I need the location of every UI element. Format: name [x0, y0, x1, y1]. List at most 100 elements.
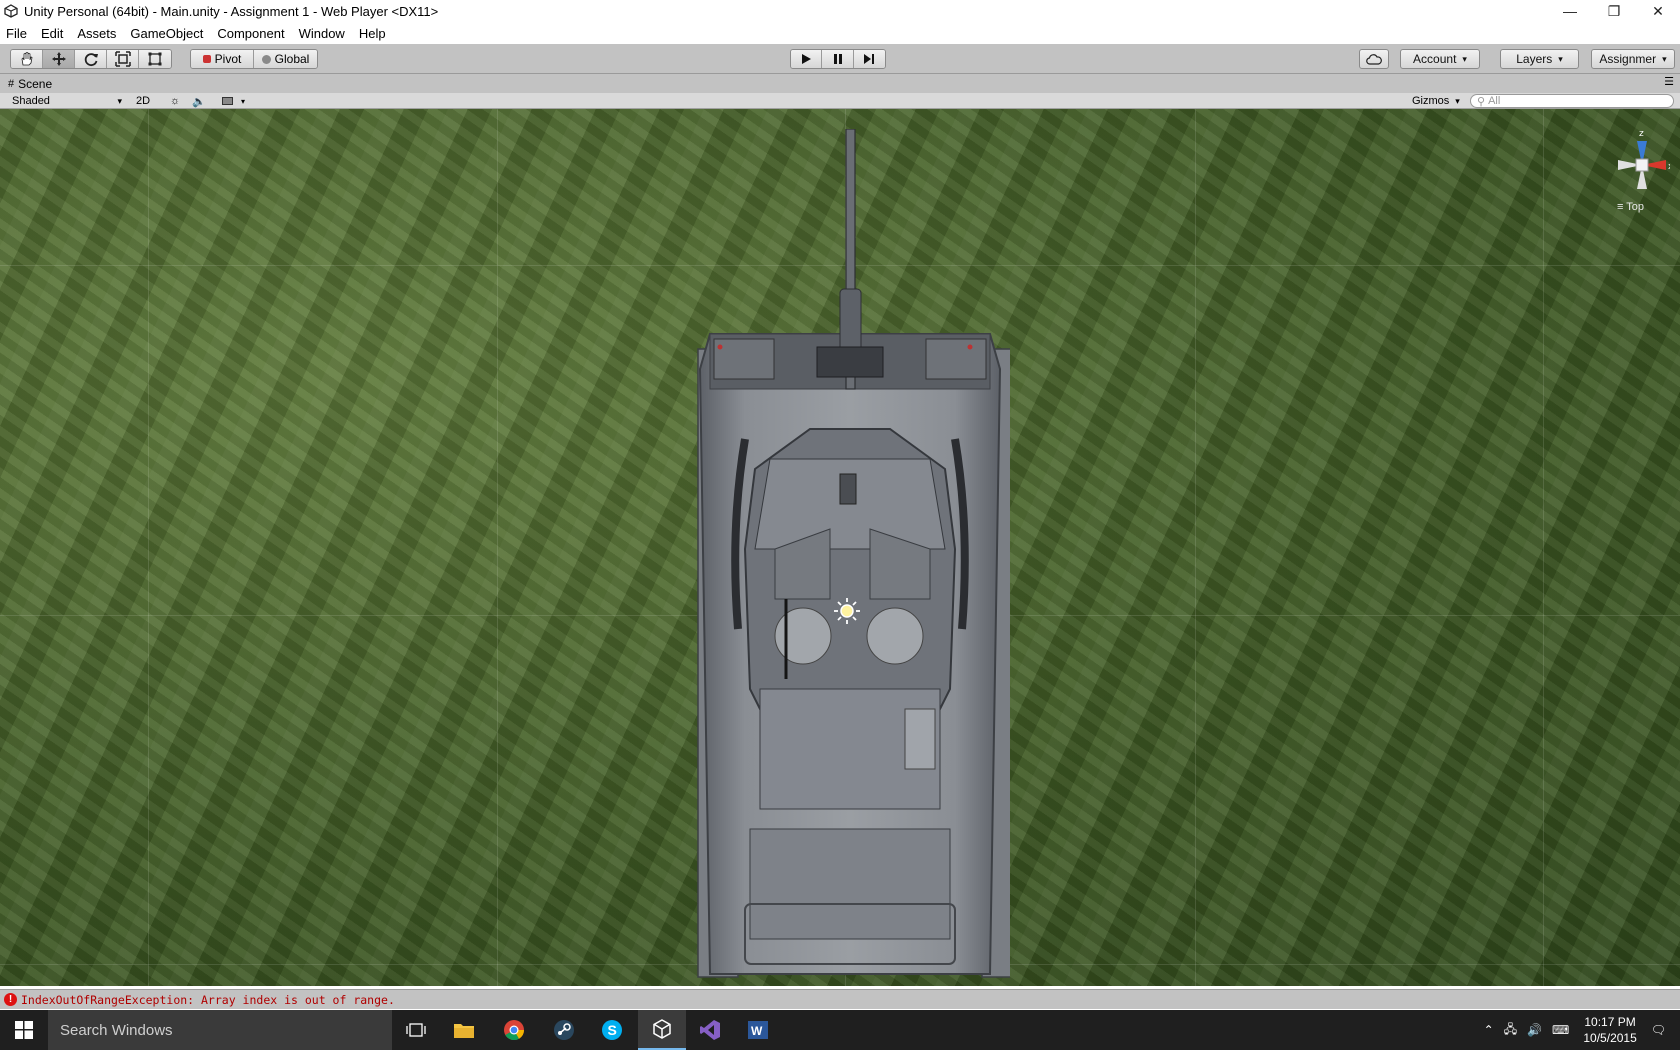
- panel-menu-icon[interactable]: ☰: [1664, 75, 1674, 88]
- task-view-icon: [406, 1023, 426, 1037]
- tank-model[interactable]: [690, 129, 1010, 986]
- pause-button[interactable]: [822, 50, 854, 68]
- network-icon[interactable]: 🖧: [1504, 1020, 1517, 1041]
- rect-transform-icon: [148, 52, 162, 66]
- skype-button[interactable]: S: [588, 1010, 636, 1050]
- menu-gameobject[interactable]: GameObject: [130, 26, 203, 41]
- rotate-icon: [84, 53, 98, 67]
- taskbar-search-placeholder: Search Windows: [60, 1021, 173, 1039]
- audio-toggle[interactable]: 🔈: [192, 94, 206, 108]
- task-view-button[interactable]: [392, 1010, 440, 1050]
- pivot-icon: [202, 55, 211, 63]
- system-tray: ⌃ 🖧 🔊 ⌨ 10:17 PM 10/5/2015 🗨: [1484, 1010, 1680, 1050]
- restore-icon[interactable]: ❐: [1592, 0, 1636, 22]
- view-orientation-label[interactable]: ≡ Top: [1617, 201, 1644, 213]
- file-explorer-button[interactable]: [440, 1010, 488, 1050]
- steam-icon: [554, 1020, 574, 1040]
- orientation-gizmo-icon[interactable]: z x: [1590, 115, 1670, 215]
- scene-viewport[interactable]: z x ≡ Top: [0, 109, 1680, 986]
- visual-studio-button[interactable]: [686, 1010, 734, 1050]
- gizmo-axis-x: x: [1668, 162, 1670, 172]
- grid-line: [148, 109, 149, 986]
- main-toolbar: Pivot Global Account Layers Assignmer: [0, 44, 1680, 74]
- cloud-button[interactable]: [1359, 49, 1389, 69]
- effects-chevron-icon: ▾: [241, 96, 246, 106]
- account-dropdown[interactable]: Account: [1400, 49, 1480, 69]
- visual-studio-icon: [700, 1020, 720, 1040]
- lighting-toggle[interactable]: ☼: [170, 94, 180, 108]
- console-status-bar[interactable]: ! IndexOutOfRangeException: Array index …: [0, 989, 1680, 1009]
- view-label: Top: [1626, 201, 1644, 213]
- shading-mode-label: Shaded: [12, 95, 50, 107]
- start-button[interactable]: [0, 1010, 48, 1050]
- close-icon[interactable]: ✕: [1636, 0, 1680, 22]
- pivot-global-group: Pivot Global: [190, 49, 318, 69]
- taskbar-search-input[interactable]: Search Windows: [48, 1010, 392, 1050]
- hand-icon: [21, 52, 32, 66]
- image-icon: [222, 97, 233, 105]
- scale-tool-button[interactable]: [107, 50, 139, 68]
- title-bar: Unity Personal (64bit) - Main.unity - As…: [0, 0, 1680, 22]
- chevron-up-icon[interactable]: ⌃: [1484, 1023, 1494, 1037]
- rect-tool-button[interactable]: [139, 50, 171, 68]
- menu-help[interactable]: Help: [359, 26, 386, 41]
- clock-date: 10/5/2015: [1583, 1031, 1637, 1045]
- shading-mode-dropdown[interactable]: Shaded: [12, 94, 122, 108]
- account-label: Account: [1413, 52, 1457, 66]
- scene-search-placeholder: All: [1488, 95, 1501, 107]
- pivot-label: Pivot: [214, 52, 242, 66]
- play-icon: [802, 54, 812, 64]
- chrome-button[interactable]: [490, 1010, 538, 1050]
- play-button[interactable]: [791, 50, 823, 68]
- keyboard-icon[interactable]: ⌨: [1552, 1023, 1569, 1037]
- global-toggle[interactable]: Global: [254, 50, 317, 68]
- layout-label: Assignmer: [1599, 52, 1657, 66]
- search-icon: ⚲: [1477, 95, 1486, 108]
- unity-icon: [653, 1019, 671, 1039]
- scale-icon: [114, 51, 131, 67]
- steam-button[interactable]: [540, 1010, 588, 1050]
- menu-bar: File Edit Assets GameObject Component Wi…: [0, 22, 1680, 44]
- grid-line: [1195, 109, 1196, 986]
- folder-icon: [454, 1024, 474, 1038]
- 2d-toggle[interactable]: 2D: [136, 94, 150, 108]
- scene-search-input[interactable]: ⚲ All: [1470, 94, 1674, 108]
- menu-window[interactable]: Window: [299, 26, 345, 41]
- speaker-icon: 🔈: [192, 95, 206, 108]
- scene-tab[interactable]: Scene: [18, 77, 52, 91]
- clock[interactable]: 10:17 PM 10/5/2015: [1583, 1014, 1636, 1046]
- word-icon: W: [748, 1021, 768, 1039]
- word-button[interactable]: W: [734, 1010, 782, 1050]
- step-button[interactable]: [853, 50, 885, 68]
- gizmos-dropdown[interactable]: Gizmos: [1412, 94, 1460, 108]
- volume-icon[interactable]: 🔊: [1527, 1023, 1542, 1037]
- unity-taskbar-button[interactable]: [638, 1010, 686, 1050]
- playback-controls: [790, 49, 886, 69]
- error-message: IndexOutOfRangeException: Array index is…: [21, 992, 395, 1007]
- layers-label: Layers: [1516, 52, 1553, 66]
- rotate-tool-button[interactable]: [75, 50, 107, 68]
- scene-controls: Shaded 2D ☼ 🔈 ▾ Gizmos ⚲ All: [0, 93, 1680, 109]
- pause-icon: [833, 54, 842, 64]
- menu-component[interactable]: Component: [217, 26, 284, 41]
- menu-file[interactable]: File: [6, 26, 27, 41]
- menu-edit[interactable]: Edit: [41, 26, 63, 41]
- step-icon: [864, 54, 875, 64]
- grid-line: [1543, 109, 1544, 986]
- layers-dropdown[interactable]: Layers: [1500, 49, 1579, 69]
- grid-line: [497, 109, 498, 986]
- scene-tab-header: # Scene ☰: [0, 74, 1680, 93]
- scene-grid-icon: #: [8, 77, 15, 90]
- menu-assets[interactable]: Assets: [77, 26, 116, 41]
- hand-tool-button[interactable]: [11, 50, 43, 68]
- effects-dropdown[interactable]: ▾: [222, 94, 245, 108]
- transform-tools: [10, 49, 172, 69]
- notifications-icon[interactable]: 🗨: [1651, 1023, 1666, 1037]
- pivot-toggle[interactable]: Pivot: [191, 50, 255, 68]
- move-tool-button[interactable]: [43, 50, 75, 68]
- error-icon: !: [4, 993, 17, 1006]
- light-gizmo-icon[interactable]: [832, 596, 862, 626]
- minimize-icon[interactable]: —: [1548, 0, 1592, 22]
- window-title: Unity Personal (64bit) - Main.unity - As…: [24, 3, 439, 19]
- layout-dropdown[interactable]: Assignmer: [1591, 49, 1675, 69]
